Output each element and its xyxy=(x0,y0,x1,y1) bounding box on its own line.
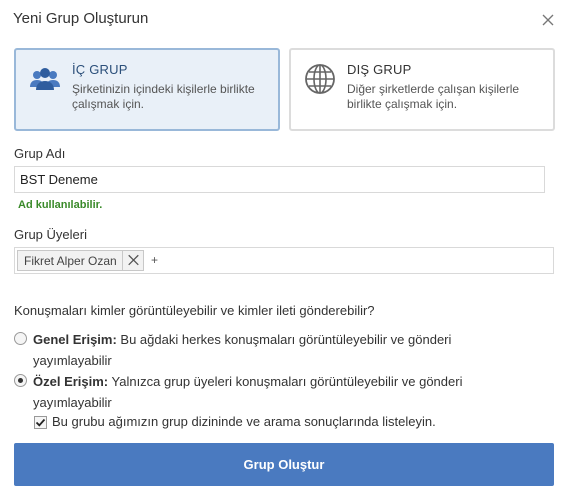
group-members-label: Grup Üyeleri xyxy=(14,227,87,242)
name-availability-status: Ad kullanılabilir. xyxy=(18,199,103,211)
private-access-option[interactable]: Özel Erişim: Yalnızca grup üyeleri konuş… xyxy=(14,371,514,413)
external-group-description: Diğer şirketlerde çalışan kişilerle birl… xyxy=(347,82,520,111)
internal-group-option[interactable]: İÇ GRUP Şirketinizin içindeki kişilerle … xyxy=(14,48,280,131)
add-member-button[interactable]: + xyxy=(151,253,158,267)
people-icon xyxy=(30,68,60,90)
remove-member-icon[interactable] xyxy=(122,251,144,270)
directory-listing-label: Bu grubu ağımızın grup dizininde ve aram… xyxy=(52,414,436,429)
close-icon[interactable] xyxy=(540,12,556,28)
internal-group-description: Şirketinizin içindeki kişilerle birlikte… xyxy=(72,82,255,111)
member-tag: Fikret Alper Ozan xyxy=(17,250,144,271)
external-group-option[interactable]: DIŞ GRUP Diğer şirketlerde çalışan kişil… xyxy=(289,48,555,131)
globe-icon xyxy=(305,64,335,94)
private-access-radio[interactable] xyxy=(14,374,27,387)
internal-group-title: İÇ GRUP xyxy=(72,62,128,77)
private-access-label: Özel Erişim: xyxy=(33,374,109,389)
member-tag-name: Fikret Alper Ozan xyxy=(24,254,117,268)
external-group-title: DIŞ GRUP xyxy=(347,62,412,77)
group-name-label: Grup Adı xyxy=(14,146,66,161)
members-input[interactable]: Fikret Alper Ozan + xyxy=(14,247,554,274)
dialog-title: Yeni Grup Oluşturun xyxy=(13,10,149,27)
access-question: Konuşmaları kimler görüntüleyebilir ve k… xyxy=(14,303,375,318)
group-name-input[interactable] xyxy=(14,166,545,193)
create-group-button[interactable]: Grup Oluştur xyxy=(14,443,554,486)
directory-listing-checkbox[interactable] xyxy=(34,416,47,429)
public-access-radio[interactable] xyxy=(14,332,27,345)
public-access-label: Genel Erişim: xyxy=(33,332,117,347)
public-access-option[interactable]: Genel Erişim: Bu ağdaki herkes konuşmala… xyxy=(14,329,514,371)
